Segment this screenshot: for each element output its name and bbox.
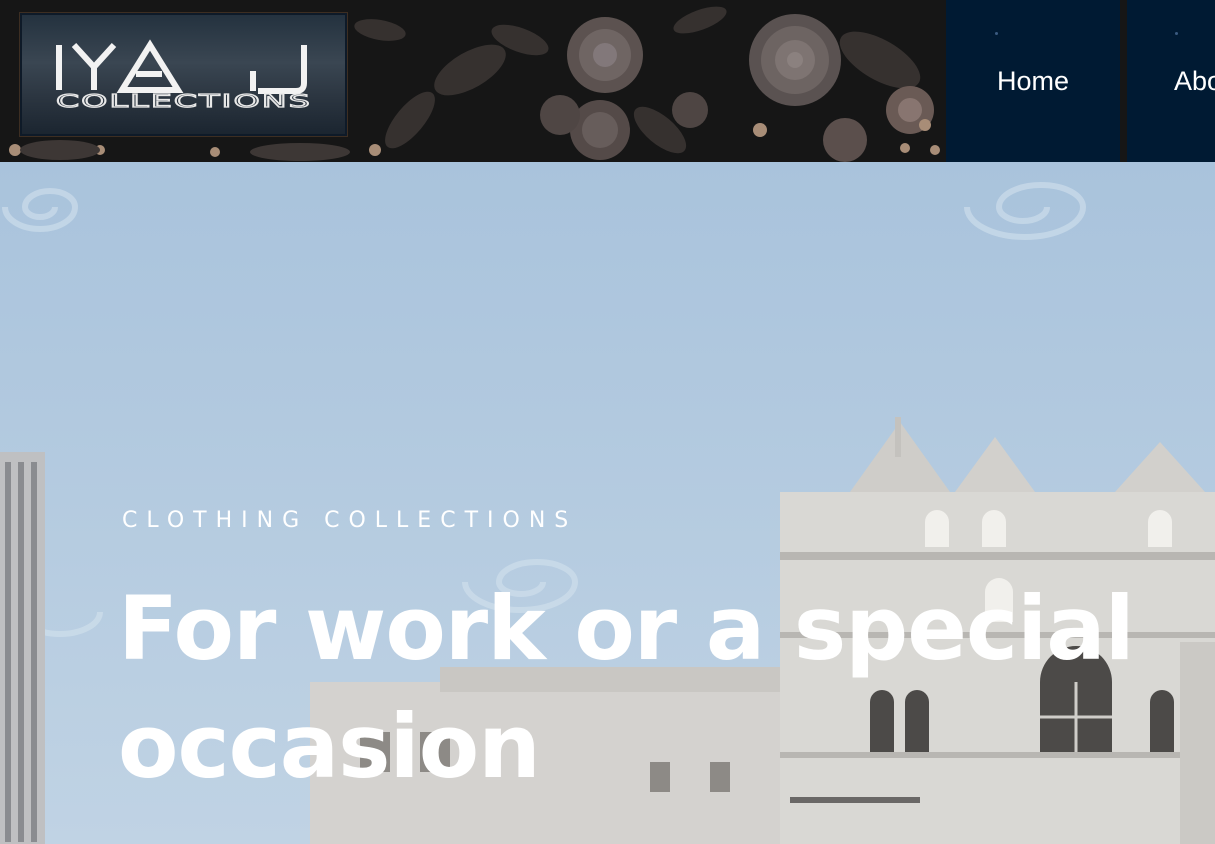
- site-header: COLLECTIONS Home Abo: [0, 0, 1215, 162]
- hero-section: CLOTHING COLLECTIONS For work or a speci…: [0, 162, 1215, 844]
- logo-mark: COLLECTIONS: [55, 39, 312, 113]
- nav-indicator: [1175, 32, 1178, 35]
- brand-logo[interactable]: COLLECTIONS: [20, 13, 347, 136]
- nav-item-about[interactable]: Abo: [1127, 0, 1215, 162]
- hero-eyebrow: CLOTHING COLLECTIONS: [122, 508, 578, 533]
- nav-label-about: Abo: [1174, 65, 1215, 96]
- logo-collections-text: COLLECTIONS: [56, 91, 312, 112]
- hero-headline: For work or a special occasion: [118, 577, 1135, 798]
- nav-indicator: [995, 32, 998, 35]
- nav-item-home[interactable]: Home: [946, 0, 1120, 162]
- nav-label-home: Home: [996, 65, 1070, 96]
